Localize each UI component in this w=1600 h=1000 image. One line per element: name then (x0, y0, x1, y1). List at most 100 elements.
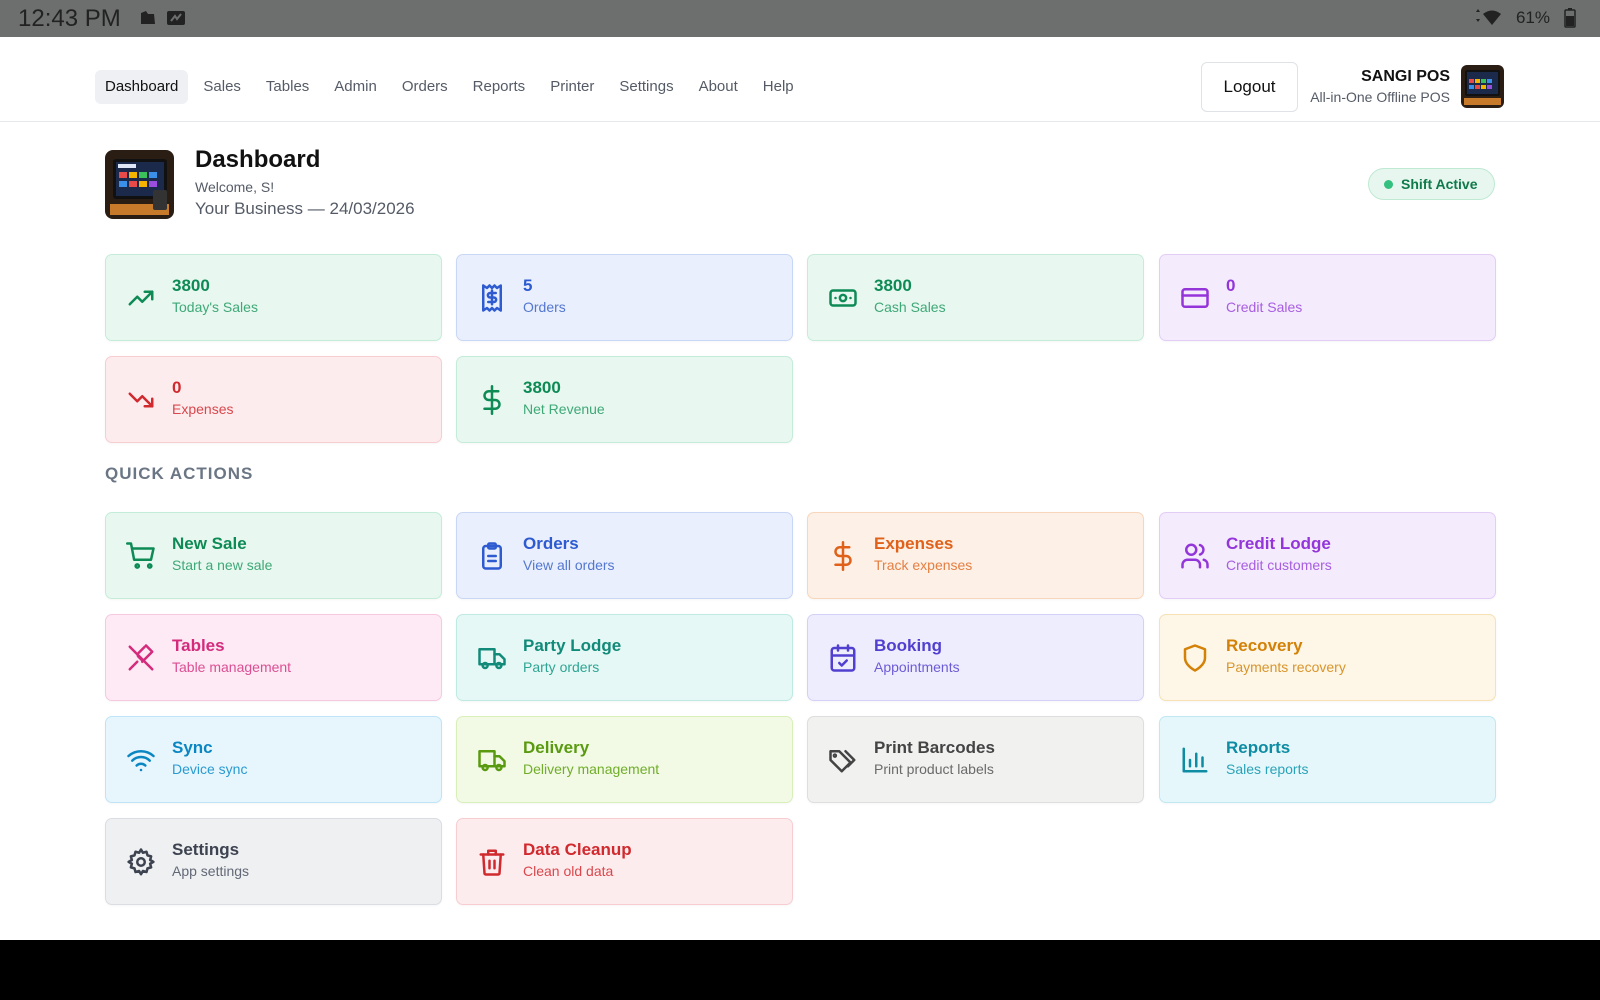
wifi-signal-icon (1475, 9, 1501, 25)
nav-menu: Dashboard Sales Tables Admin Orders Repo… (95, 70, 809, 104)
notification-app-icon (141, 11, 155, 24)
shift-status-label: Shift Active (1401, 176, 1478, 192)
action-subtitle: Device sync (172, 761, 248, 777)
trending-down-icon (128, 392, 154, 408)
action-sync[interactable]: Sync Device sync (105, 716, 442, 803)
users-icon (1181, 543, 1209, 569)
action-recovery[interactable]: Recovery Payments recovery (1159, 614, 1496, 701)
stat-card-orders: 5 Orders (456, 254, 793, 341)
stat-value: 3800 (172, 276, 210, 295)
brand-logo-icon (1461, 65, 1504, 108)
truck-icon (478, 648, 506, 670)
action-settings[interactable]: Settings App settings (105, 818, 442, 905)
action-title: Tables (172, 636, 225, 655)
trash-icon (479, 849, 505, 876)
stat-value: 3800 (523, 378, 561, 397)
action-delivery[interactable]: Delivery Delivery management (456, 716, 793, 803)
action-credit-lodge[interactable]: Credit Lodge Credit customers (1159, 512, 1496, 599)
clipboard-icon (482, 542, 502, 570)
nav-item-admin[interactable]: Admin (324, 70, 387, 104)
credit-card-icon (1181, 288, 1209, 308)
stat-value: 3800 (874, 276, 912, 295)
cart-icon (126, 542, 155, 569)
action-subtitle: Clean old data (523, 863, 614, 879)
stat-card-credit-sales: 0 Credit Sales (1159, 254, 1496, 341)
stat-label: Credit Sales (1226, 299, 1303, 315)
nav-item-orders[interactable]: Orders (392, 70, 458, 104)
action-print-barcodes[interactable]: Print Barcodes Print product labels (807, 716, 1144, 803)
page-title: Dashboard (195, 146, 321, 173)
trending-up-icon (128, 290, 154, 306)
nav-item-reports[interactable]: Reports (463, 70, 536, 104)
stat-card-todays-sales: 3800 Today's Sales (105, 254, 442, 341)
battery-percent: 61% (1515, 8, 1550, 27)
action-subtitle: Track expenses (874, 557, 973, 573)
dollar-icon (834, 541, 852, 571)
stat-label: Cash Sales (874, 299, 946, 315)
stat-label: Today's Sales (172, 299, 258, 315)
action-title: Reports (1226, 738, 1291, 757)
action-orders[interactable]: Orders View all orders (456, 512, 793, 599)
bar-chart-icon (1182, 747, 1208, 773)
action-subtitle: Credit customers (1226, 557, 1332, 573)
action-title: Party Lodge (523, 636, 622, 655)
action-new-sale[interactable]: New Sale Start a new sale (105, 512, 442, 599)
action-expenses[interactable]: Expenses Track expenses (807, 512, 1144, 599)
action-title: Expenses (874, 534, 954, 553)
action-title: Data Cleanup (523, 840, 632, 859)
brand-block: SANGI POS All-in-One Offline POS (1310, 67, 1450, 106)
nav-item-settings[interactable]: Settings (609, 70, 683, 104)
shield-icon (1183, 644, 1207, 672)
nav-item-help[interactable]: Help (753, 70, 804, 104)
action-title: New Sale (172, 534, 247, 553)
action-title: Credit Lodge (1226, 534, 1331, 553)
stat-value: 0 (1226, 276, 1236, 295)
action-title: Delivery (523, 738, 590, 757)
nav-item-printer[interactable]: Printer (540, 70, 604, 104)
status-right: 61% (1474, 8, 1576, 28)
dollar-icon (483, 385, 501, 415)
brand-name: SANGI POS (1361, 68, 1450, 85)
system-status-bar: 12:43 PM 61% (0, 0, 1600, 37)
receipt-icon (482, 284, 502, 312)
nav-item-dashboard[interactable]: Dashboard (95, 70, 189, 104)
notification-icons (138, 9, 186, 27)
action-tables[interactable]: Tables Table management (105, 614, 442, 701)
quick-actions-heading: QUICK ACTIONS (105, 464, 254, 483)
stat-card-cash-sales: 3800 Cash Sales (807, 254, 1144, 341)
gear-icon (127, 848, 155, 876)
nav-item-sales[interactable]: Sales (193, 70, 251, 104)
tags-icon (829, 750, 856, 773)
stat-value: 0 (172, 378, 182, 397)
action-title: Recovery (1226, 636, 1303, 655)
action-title: Booking (874, 636, 942, 655)
logout-button[interactable]: Logout (1201, 62, 1298, 112)
action-subtitle: Sales reports (1226, 761, 1309, 777)
action-subtitle: Appointments (874, 659, 960, 675)
business-date: Your Business — 24/03/2026 (195, 199, 415, 218)
stat-card-net-revenue: 3800 Net Revenue (456, 356, 793, 443)
action-title: Print Barcodes (874, 738, 995, 757)
action-party-lodge[interactable]: Party Lodge Party orders (456, 614, 793, 701)
nav-item-tables[interactable]: Tables (256, 70, 319, 104)
shift-status-badge: Shift Active (1368, 168, 1495, 200)
action-data-cleanup[interactable]: Data Cleanup Clean old data (456, 818, 793, 905)
action-booking[interactable]: Booking Appointments (807, 614, 1144, 701)
action-title: Sync (172, 738, 213, 757)
action-title: Settings (172, 840, 240, 859)
truck-icon (478, 750, 506, 772)
stat-label: Expenses (172, 401, 234, 417)
action-title: Orders (523, 534, 579, 553)
stat-label: Net Revenue (523, 401, 605, 417)
action-reports[interactable]: Reports Sales reports (1159, 716, 1496, 803)
status-time: 12:43 PM (18, 5, 121, 32)
banknote-icon (829, 289, 857, 307)
action-subtitle: Payments recovery (1226, 659, 1346, 675)
action-subtitle: App settings (172, 863, 250, 879)
wifi-icon (127, 749, 155, 772)
system-navigation-bar (0, 940, 1600, 1000)
stat-card-expenses: 0 Expenses (105, 356, 442, 443)
stat-label: Orders (523, 299, 566, 315)
nav-item-about[interactable]: About (689, 70, 748, 104)
action-subtitle: Table management (172, 659, 292, 675)
